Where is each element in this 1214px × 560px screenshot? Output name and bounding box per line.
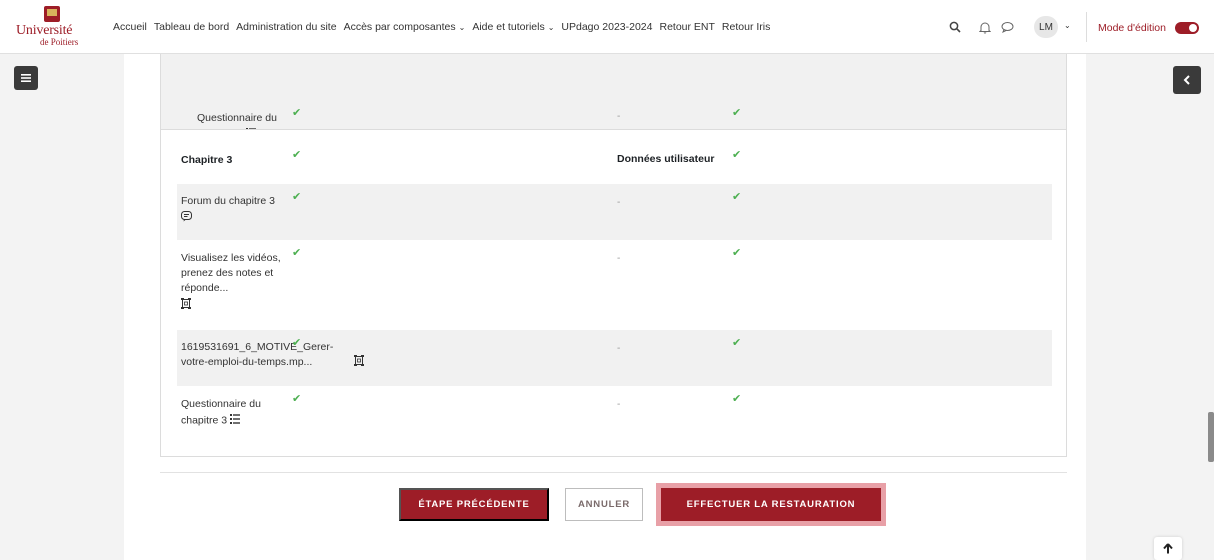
arrow-up-icon: [1163, 543, 1173, 554]
nav-link-accueil[interactable]: Accueil: [113, 21, 147, 33]
include-section-check-icon[interactable]: ✔: [292, 148, 301, 161]
user-data-check-icon[interactable]: ✔: [732, 246, 741, 259]
include-check-icon[interactable]: ✔: [292, 190, 301, 203]
chevron-down-icon[interactable]: ⌄: [1064, 21, 1071, 30]
university-logo[interactable]: Université de Poitiers: [12, 6, 96, 48]
open-course-index-button[interactable]: [14, 66, 38, 90]
user-data-value: -: [617, 197, 621, 208]
primary-navigation: Accueil Tableau de bord Administration d…: [113, 0, 770, 54]
edit-mode-toggle[interactable]: [1175, 22, 1199, 34]
user-data-check-icon[interactable]: ✔: [732, 106, 741, 119]
menu-icon: [21, 74, 31, 82]
include-check-icon[interactable]: ✔: [292, 246, 301, 259]
forum-icon: [181, 211, 192, 227]
main-content: Questionnaire du chapitre 2 ✔ - ✔ Chapit…: [124, 48, 1086, 560]
user-data-value: -: [617, 253, 621, 264]
quiz-icon: [230, 414, 241, 429]
activity-name: Visualisez les vidéos, prenez des notes …: [181, 251, 285, 314]
chevron-down-icon: ⌄: [547, 22, 555, 32]
include-check-icon[interactable]: ✔: [292, 106, 301, 119]
user-data-section-check-icon[interactable]: ✔: [732, 148, 741, 161]
form-divider: [160, 472, 1067, 473]
user-data-value: -: [617, 343, 621, 354]
top-navbar: Université de Poitiers Accueil Tableau d…: [0, 0, 1214, 54]
chevron-left-icon: [1183, 75, 1190, 85]
scroll-to-top-button[interactable]: [1154, 537, 1182, 560]
nav-link-administration[interactable]: Administration du site: [236, 21, 336, 33]
nav-link-retour-iris[interactable]: Retour Iris: [722, 21, 770, 33]
university-crest-icon: [44, 6, 60, 22]
user-data-check-icon[interactable]: ✔: [732, 190, 741, 203]
include-check-icon[interactable]: ✔: [292, 392, 301, 405]
activity-name: 1619531691_6_MOTIVE_Gerer-votre-emploi-d…: [181, 340, 381, 371]
h5p-icon: [353, 355, 364, 371]
previous-step-button[interactable]: ÉTAPE PRÉCÉDENTE: [399, 488, 549, 521]
h5p-icon: [181, 298, 191, 314]
activity-name: Forum du chapitre 3: [181, 194, 291, 227]
nav-link-retour-ent[interactable]: Retour ENT: [659, 21, 714, 33]
user-data-check-icon[interactable]: ✔: [732, 336, 741, 349]
user-data-column-label: Données utilisateur: [617, 153, 715, 165]
table-row: Forum du chapitre 3 ✔ - ✔: [177, 184, 1052, 240]
user-avatar[interactable]: LM: [1034, 16, 1058, 38]
open-block-drawer-button[interactable]: [1173, 66, 1201, 94]
chevron-down-icon: ⌄: [458, 22, 466, 32]
section-title: Chapitre 3: [181, 154, 233, 166]
page-scrollbar[interactable]: [1208, 412, 1214, 462]
activity-name: Questionnaire du chapitre 3: [181, 397, 281, 429]
user-data-value: -: [617, 399, 621, 410]
chat-icon[interactable]: [999, 19, 1015, 35]
nav-link-tableau-de-bord[interactable]: Tableau de bord: [154, 21, 229, 33]
user-data-check-icon[interactable]: ✔: [732, 392, 741, 405]
bell-icon[interactable]: [977, 19, 993, 35]
nav-link-updago[interactable]: UPdago 2023-2024: [561, 21, 652, 33]
table-row: Questionnaire du chapitre 3 ✔ - ✔: [177, 386, 1052, 442]
nav-link-aide-tutoriels[interactable]: Aide et tutoriels ⌄: [472, 21, 554, 33]
perform-restore-button[interactable]: EFFECTUER LA RESTAURATION: [656, 483, 886, 526]
navbar-divider: [1086, 12, 1087, 42]
logo-subname: de Poitiers: [40, 37, 79, 47]
cancel-button[interactable]: ANNULER: [565, 488, 643, 521]
user-data-value: -: [617, 111, 621, 122]
search-icon[interactable]: [947, 19, 963, 35]
table-row: Visualisez les vidéos, prenez des notes …: [177, 240, 1052, 330]
section-chapter-3: Chapitre 3 ✔ Données utilisateur ✔ Forum…: [160, 129, 1067, 457]
nav-link-acces-composantes[interactable]: Accès par composantes ⌄: [344, 21, 466, 33]
edit-mode-label: Mode d'édition: [1098, 22, 1166, 34]
include-check-icon[interactable]: ✔: [292, 336, 301, 349]
table-row: 1619531691_6_MOTIVE_Gerer-votre-emploi-d…: [177, 330, 1052, 386]
